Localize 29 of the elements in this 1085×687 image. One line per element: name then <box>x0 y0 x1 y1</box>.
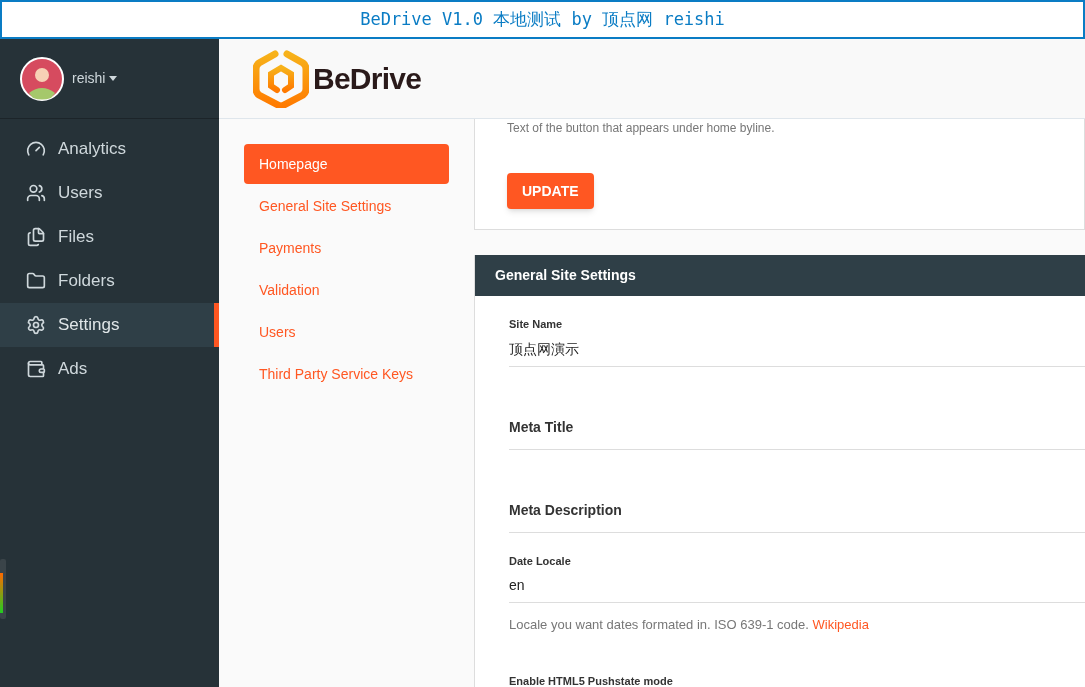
folder-icon <box>26 271 46 291</box>
input-field[interactable]: Meta Description <box>509 499 1085 533</box>
input-field[interactable]: 顶点网演示 <box>509 332 1085 367</box>
nav-item[interactable]: Settings <box>0 303 219 347</box>
field-label: Date Locale <box>509 553 572 569</box>
field-label: Site Name <box>509 317 564 332</box>
nav-item[interactable]: Ads <box>0 347 219 391</box>
users-icon <box>26 183 46 203</box>
nav-item[interactable]: Folders <box>0 259 219 303</box>
nav-item[interactable]: Users <box>0 171 219 215</box>
caret-icon <box>109 76 118 81</box>
wallet-icon <box>26 359 46 379</box>
input-field[interactable]: Meta Title <box>509 416 1085 450</box>
files-icon <box>26 227 46 247</box>
logo-icon <box>253 49 309 108</box>
card-header: General Site Settings <box>475 255 1085 296</box>
field-label: Enable HTML5 Pushstate mode <box>509 673 674 687</box>
nav-item[interactable]: Analytics <box>0 127 219 171</box>
settings-icon <box>26 315 46 335</box>
avatar[interactable] <box>20 56 64 101</box>
caption-banner: BeDrive V1.0 本地测试 by 顶点网 reishi <box>0 0 1085 39</box>
help-text: Text of the button that appears under home byline. <box>507 120 776 137</box>
input-field[interactable]: en <box>509 569 1085 603</box>
help-text: Locale you want dates formated in. ISO 639-1 code. <box>509 617 810 632</box>
gauge-icon <box>26 139 46 159</box>
user-name[interactable]: reishi <box>72 68 106 89</box>
level-meter-drawing <box>0 559 6 619</box>
nav-item[interactable]: Files <box>0 215 219 259</box>
logo-text: BeDrive <box>313 61 422 97</box>
